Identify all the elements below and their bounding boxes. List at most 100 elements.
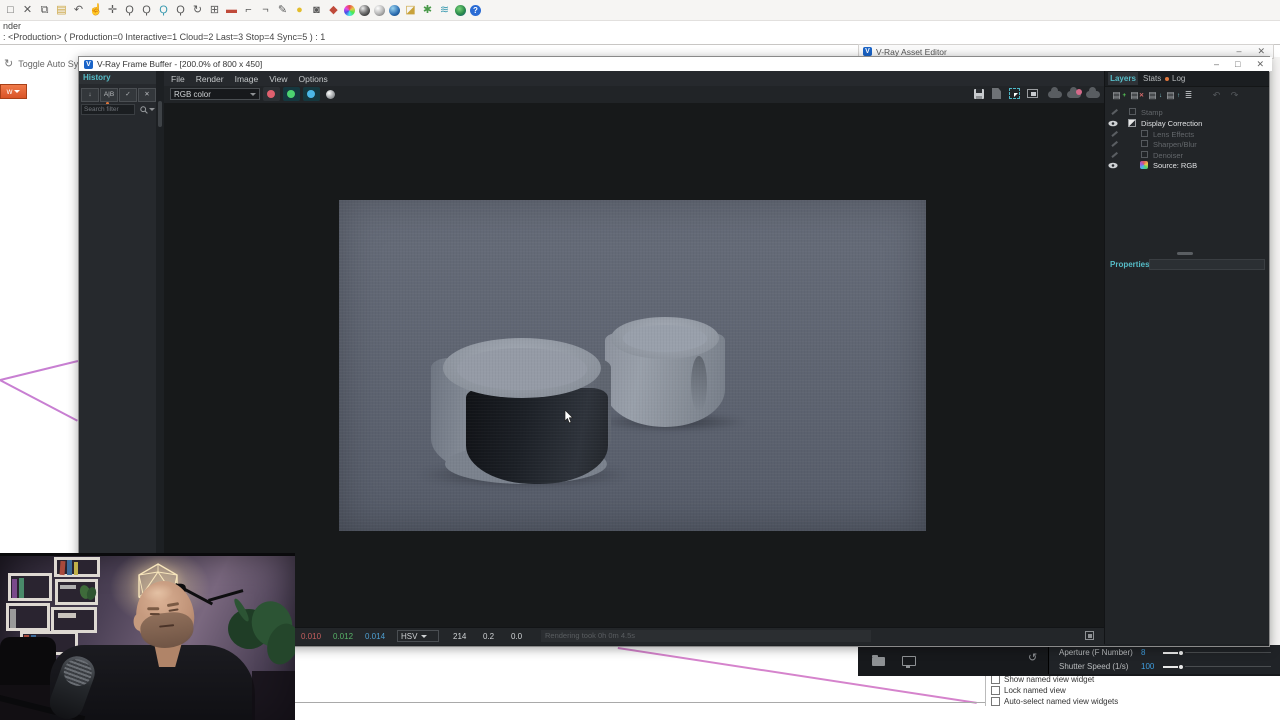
- move-icon[interactable]: ✛: [106, 1, 119, 19]
- follow-mouse-icon[interactable]: [1027, 89, 1038, 98]
- lock-icon[interactable]: ◙: [310, 1, 323, 19]
- undo-button[interactable]: ↶: [1209, 89, 1224, 101]
- history-scrollbar-thumb[interactable]: [158, 101, 162, 127]
- ortho-icon[interactable]: ⌐: [242, 1, 255, 19]
- render-sphere-blue-icon[interactable]: [389, 4, 400, 16]
- layer-row-denoiser[interactable]: Denoiser: [1105, 150, 1269, 160]
- zoom-window-icon[interactable]: Ϙ: [140, 1, 153, 19]
- blue-channel-toggle[interactable]: [303, 87, 320, 101]
- cloud-history-icon[interactable]: [1086, 87, 1100, 98]
- annotate-icon[interactable]: ✎: [276, 1, 289, 19]
- chevron-down-icon[interactable]: [149, 108, 155, 111]
- viewport-layout-icon[interactable]: ⊞: [208, 1, 221, 19]
- disabled-toggle-icon[interactable]: [1111, 108, 1118, 115]
- help-icon[interactable]: ?: [470, 4, 481, 16]
- undo-icon[interactable]: ↶: [72, 1, 85, 19]
- layer-row-stamp[interactable]: Stamp: [1105, 107, 1269, 117]
- clipboard-icon[interactable]: ▤: [55, 1, 68, 19]
- remove-layer-button[interactable]: ▤ ✕: [1127, 89, 1144, 101]
- checkbox-show-named-view-widget[interactable]: Show named view widget: [991, 675, 1094, 684]
- copy-icon[interactable]: ⧉: [38, 1, 51, 19]
- zoom-selected-icon[interactable]: Ϙ: [174, 1, 187, 19]
- checkbox-auto-select-named-view[interactable]: Auto-select named view widgets: [991, 697, 1118, 706]
- red-marker-icon[interactable]: ▬: [225, 1, 238, 19]
- history-remove-button[interactable]: ✕: [138, 88, 156, 102]
- rendered-image[interactable]: [339, 200, 926, 531]
- export-image-icon[interactable]: [992, 88, 1001, 99]
- properties-field[interactable]: [1149, 259, 1265, 270]
- dock-panel-icon[interactable]: [1085, 631, 1094, 640]
- load-layer-tree-button[interactable]: ▤ ↑: [1163, 89, 1180, 101]
- aperture-slider[interactable]: [1163, 650, 1271, 655]
- minimize-button[interactable]: –: [1214, 59, 1219, 70]
- checkbox-icon[interactable]: [991, 697, 1000, 706]
- reset-icon[interactable]: ↺: [1028, 651, 1037, 664]
- checkbox-lock-named-view[interactable]: Lock named view: [991, 686, 1066, 695]
- shutter-slider[interactable]: [1163, 664, 1271, 669]
- save-image-icon[interactable]: [974, 89, 984, 99]
- zoom-extents-icon[interactable]: Ϙ: [157, 1, 170, 19]
- properties-label[interactable]: Properties: [1110, 260, 1150, 269]
- eye-icon[interactable]: [1108, 162, 1118, 169]
- disabled-toggle-icon[interactable]: [1111, 130, 1118, 137]
- history-save-button[interactable]: ↓: [81, 88, 99, 102]
- add-layer-button[interactable]: ▤ +: [1109, 89, 1126, 101]
- layer-row-display-correction[interactable]: Display Correction: [1105, 118, 1269, 128]
- menu-view[interactable]: View: [269, 74, 287, 84]
- layer-row-sharpen-blur[interactable]: Sharpen/Blur: [1105, 139, 1269, 149]
- menu-options[interactable]: Options: [299, 74, 328, 84]
- zoom-icon[interactable]: Ϙ: [123, 1, 136, 19]
- panel-resize-grip[interactable]: [1177, 252, 1193, 255]
- color-wheel-icon[interactable]: [344, 4, 355, 16]
- vfb-titlebar[interactable]: V V-Ray Frame Buffer - [200.0% of 800 x …: [79, 57, 1272, 72]
- disabled-toggle-icon[interactable]: [1111, 151, 1118, 158]
- maximize-button[interactable]: □: [1235, 59, 1240, 70]
- render-sphere-light-icon[interactable]: [374, 4, 385, 16]
- history-set-a-button[interactable]: ✓: [119, 88, 137, 102]
- history-ab-compare-button[interactable]: A|B: [100, 88, 118, 102]
- new-file-icon[interactable]: □: [4, 1, 17, 19]
- earth-icon[interactable]: [455, 4, 466, 16]
- folder-icon[interactable]: [872, 655, 885, 666]
- layer-row-source-rgb[interactable]: Source: RGB: [1105, 160, 1269, 170]
- redo-button[interactable]: ↷: [1227, 89, 1242, 101]
- toggle-auto-sync[interactable]: ↻ Toggle Auto Sync: [4, 57, 88, 70]
- red-channel-toggle[interactable]: [263, 87, 280, 101]
- delete-icon[interactable]: ✕: [21, 1, 34, 19]
- lightbulb-icon[interactable]: ●: [293, 1, 306, 19]
- flower-icon[interactable]: ✱: [421, 1, 434, 19]
- material-box-icon[interactable]: ◪: [404, 1, 417, 19]
- viewport-dropdown-button[interactable]: w: [0, 84, 27, 99]
- tab-log[interactable]: Log: [1172, 74, 1185, 83]
- history-search-input[interactable]: [81, 104, 135, 115]
- monitor-icon[interactable]: [902, 656, 916, 668]
- cloud-icon[interactable]: [1048, 87, 1062, 98]
- command-prompt-line[interactable]: : <Production> ( Production=0 Interactiv…: [3, 32, 325, 42]
- pan-hand-icon[interactable]: ☝: [89, 1, 103, 19]
- render-sphere-icon[interactable]: [359, 4, 370, 16]
- eye-icon[interactable]: [1108, 120, 1118, 127]
- layer-row-lens-effects[interactable]: Lens Effects: [1105, 129, 1269, 139]
- rotate-view-icon[interactable]: ↻: [191, 1, 204, 19]
- shutter-value[interactable]: 100: [1141, 662, 1163, 671]
- region-render-icon[interactable]: [1009, 88, 1020, 99]
- aperture-value[interactable]: 8: [1141, 648, 1163, 657]
- tab-stats[interactable]: Stats: [1143, 74, 1161, 83]
- checkbox-icon[interactable]: [991, 686, 1000, 695]
- menu-image[interactable]: Image: [235, 74, 259, 84]
- green-channel-toggle[interactable]: [283, 87, 300, 101]
- close-button[interactable]: ✕: [1256, 59, 1264, 70]
- alpha-channel-toggle[interactable]: [326, 90, 335, 99]
- save-layer-tree-button[interactable]: ▤ ↓: [1145, 89, 1162, 101]
- shield-icon[interactable]: ◆: [327, 1, 340, 19]
- tab-layers[interactable]: Layers: [1108, 72, 1138, 85]
- rhino-panel-scrollbar[interactable]: [1269, 57, 1280, 645]
- menu-file[interactable]: File: [171, 74, 185, 84]
- layer-list-menu-button[interactable]: ≣: [1181, 89, 1196, 101]
- snap-icon[interactable]: ¬: [259, 1, 272, 19]
- cloud-render-icon[interactable]: [1067, 87, 1082, 98]
- checkbox-icon[interactable]: [991, 675, 1000, 684]
- menu-render[interactable]: Render: [196, 74, 224, 84]
- disabled-toggle-icon[interactable]: [1111, 140, 1118, 147]
- channel-selector-dropdown[interactable]: RGB color: [170, 88, 260, 100]
